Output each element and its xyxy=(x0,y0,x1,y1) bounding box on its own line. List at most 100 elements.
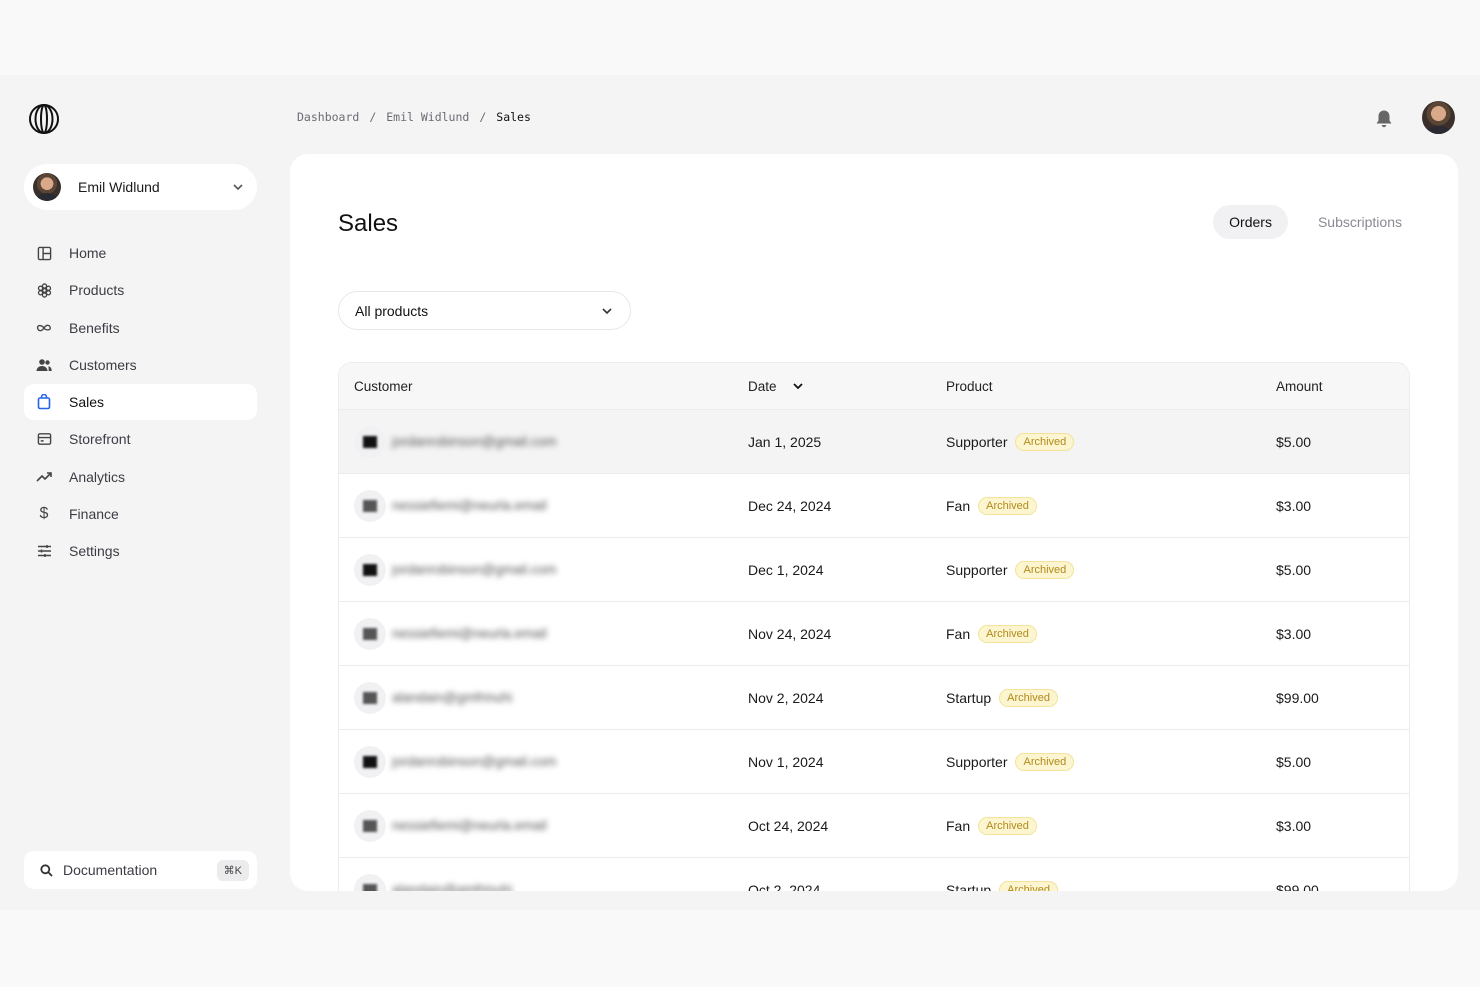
product-name[interactable]: Fan xyxy=(946,498,970,514)
sidebar-item-analytics[interactable]: Analytics xyxy=(24,459,257,495)
sliders-icon xyxy=(36,543,52,559)
sidebar-item-products[interactable]: Products xyxy=(24,272,257,308)
dollar-icon: $ xyxy=(39,505,49,523)
shopping-bag-icon xyxy=(36,394,52,410)
date-cell: Dec 24, 2024 xyxy=(748,497,832,514)
sidebar-item-finance[interactable]: $ Finance xyxy=(24,496,257,532)
amount-cell: $3.00 xyxy=(1276,625,1312,642)
customer-avatar xyxy=(354,489,386,522)
status-badge: Archived xyxy=(1015,432,1075,451)
date-cell: Oct 24, 2024 xyxy=(748,817,829,834)
documentation-search[interactable]: Documentation ⌘K xyxy=(24,851,257,889)
column-header-amount[interactable]: Amount xyxy=(1275,379,1409,394)
sidebar-item-label: Products xyxy=(69,282,125,299)
product-cell: Fan Archived xyxy=(942,496,1275,515)
sidebar-item-label: Benefits xyxy=(69,319,120,336)
product-name[interactable]: Fan xyxy=(946,626,970,642)
sort-desc-icon[interactable] xyxy=(791,379,805,393)
account-switcher[interactable]: Emil Widlund xyxy=(24,164,257,210)
polar-logo-icon[interactable] xyxy=(28,103,60,135)
customer-avatar xyxy=(354,617,386,650)
tab-orders[interactable]: Orders xyxy=(1213,205,1288,239)
product-name[interactable]: Supporter xyxy=(946,434,1007,450)
breadcrumb-organization[interactable]: Emil Widlund xyxy=(386,110,469,124)
status-badge: Archived xyxy=(978,496,1037,515)
customer-email[interactable]: alandain@gmfrinuhi xyxy=(392,690,512,705)
product-filter-select[interactable]: All products xyxy=(338,291,631,330)
customer-email[interactable]: nessiefiemi@neurla.email xyxy=(392,498,547,513)
page-background xyxy=(0,910,1480,987)
breadcrumb: Dashboard / Emil Widlund / Sales xyxy=(297,110,531,124)
search-icon xyxy=(40,863,53,877)
customer-email[interactable]: alandain@gmfrinuhi xyxy=(392,882,512,891)
customer-cell: nessiefiemi@neurla.email xyxy=(339,489,743,522)
hexagons-icon xyxy=(36,282,52,298)
date-cell: Oct 2, 2024 xyxy=(748,881,821,892)
breadcrumb-current: Sales xyxy=(496,110,531,124)
table-row[interactable]: jordanrobinson@gmail.com Dec 1, 2024 Suppo… xyxy=(339,538,1409,602)
table-row[interactable]: alandain@gmfrinuhi Oct 2, 2024 Startup Arch… xyxy=(339,858,1409,891)
table-row[interactable]: nessiefiemi@neurla.email Nov 24, 2024 Fan A… xyxy=(339,602,1409,666)
status-badge: Archived xyxy=(1015,752,1075,771)
sidebar-item-benefits[interactable]: Benefits xyxy=(24,310,257,346)
product-cell: Supporter Archived xyxy=(942,752,1275,771)
chevron-down-icon xyxy=(602,307,612,314)
tab-subscriptions[interactable]: Subscriptions xyxy=(1302,205,1418,239)
product-name[interactable]: Startup xyxy=(946,882,991,892)
date-cell: Nov 24, 2024 xyxy=(748,625,832,642)
sidebar-item-label: Customers xyxy=(69,356,137,373)
sidebar-item-home[interactable]: Home xyxy=(24,235,257,271)
customer-email[interactable]: nessiefiemi@neurla.email xyxy=(392,626,547,641)
column-header-product[interactable]: Product xyxy=(942,379,1275,394)
sidebar-nav: Home Products Benefits Customers Sales S… xyxy=(24,235,257,571)
sidebar-item-settings[interactable]: Settings xyxy=(24,533,257,569)
breadcrumb-dashboard[interactable]: Dashboard xyxy=(297,110,359,124)
product-name[interactable]: Startup xyxy=(946,690,991,706)
product-name[interactable]: Fan xyxy=(946,818,970,834)
product-cell: Supporter Archived xyxy=(942,560,1275,579)
column-header-customer[interactable]: Customer xyxy=(339,379,743,394)
customer-email[interactable]: jordanrobinson@gmail.com xyxy=(392,434,557,449)
table-row[interactable]: nessiefiemi@neurla.email Dec 24, 2024 Fan A… xyxy=(339,474,1409,538)
customer-email[interactable]: jordanrobinson@gmail.com xyxy=(392,754,557,769)
amount-cell: $5.00 xyxy=(1276,753,1312,770)
chevron-down-icon xyxy=(233,184,243,191)
sidebar-item-label: Sales xyxy=(69,394,105,411)
customer-cell: jordanrobinson@gmail.com xyxy=(339,425,743,458)
customer-cell: nessiefiemi@neurla.email xyxy=(339,809,743,842)
customer-cell: alandain@gmfrinuhi xyxy=(339,873,743,891)
amount-cell: $3.00 xyxy=(1276,817,1312,834)
customer-email[interactable]: jordanrobinson@gmail.com xyxy=(392,562,557,577)
sidebar-item-label: Analytics xyxy=(69,468,126,485)
bell-icon[interactable] xyxy=(1373,108,1395,130)
table-row[interactable]: alandain@gmfrinuhi Nov 2, 2024 Startup Arch… xyxy=(339,666,1409,730)
column-header-label: Date xyxy=(748,378,777,394)
sidebar-item-customers[interactable]: Customers xyxy=(24,347,257,383)
product-filter-value: All products xyxy=(355,302,429,319)
sidebar-item-storefront[interactable]: Storefront xyxy=(24,421,257,457)
customer-cell: jordanrobinson@gmail.com xyxy=(339,553,743,586)
customer-cell: nessiefiemi@neurla.email xyxy=(339,617,743,650)
product-name[interactable]: Supporter xyxy=(946,562,1007,578)
layout-icon xyxy=(36,245,52,261)
user-avatar[interactable] xyxy=(1422,101,1455,134)
customer-cell: jordanrobinson@gmail.com xyxy=(339,745,743,778)
column-header-date[interactable]: Date xyxy=(743,379,942,394)
date-cell: Jan 1, 2025 xyxy=(748,433,822,450)
amount-cell: $99.00 xyxy=(1276,881,1319,892)
product-cell: Startup Archived xyxy=(942,880,1275,892)
sidebar-item-sales[interactable]: Sales xyxy=(24,384,257,421)
users-icon xyxy=(36,357,52,373)
table-row[interactable]: jordanrobinson@gmail.com Nov 1, 2024 Suppo… xyxy=(339,730,1409,794)
status-badge: Archived xyxy=(999,880,1058,891)
table-row[interactable]: nessiefiemi@neurla.email Oct 24, 2024 Fan A… xyxy=(339,794,1409,858)
status-badge: Archived xyxy=(1015,560,1075,579)
table-row[interactable]: jordanrobinson@gmail.com Jan 1, 2025 Suppo… xyxy=(339,410,1409,474)
infinity-icon xyxy=(36,320,52,336)
product-name[interactable]: Supporter xyxy=(946,754,1007,770)
breadcrumb-separator: / xyxy=(479,110,487,124)
amount-cell: $5.00 xyxy=(1276,561,1312,578)
table-header: Customer Date Product Amount xyxy=(339,363,1409,410)
status-badge: Archived xyxy=(978,816,1037,835)
customer-email[interactable]: nessiefiemi@neurla.email xyxy=(392,818,547,833)
